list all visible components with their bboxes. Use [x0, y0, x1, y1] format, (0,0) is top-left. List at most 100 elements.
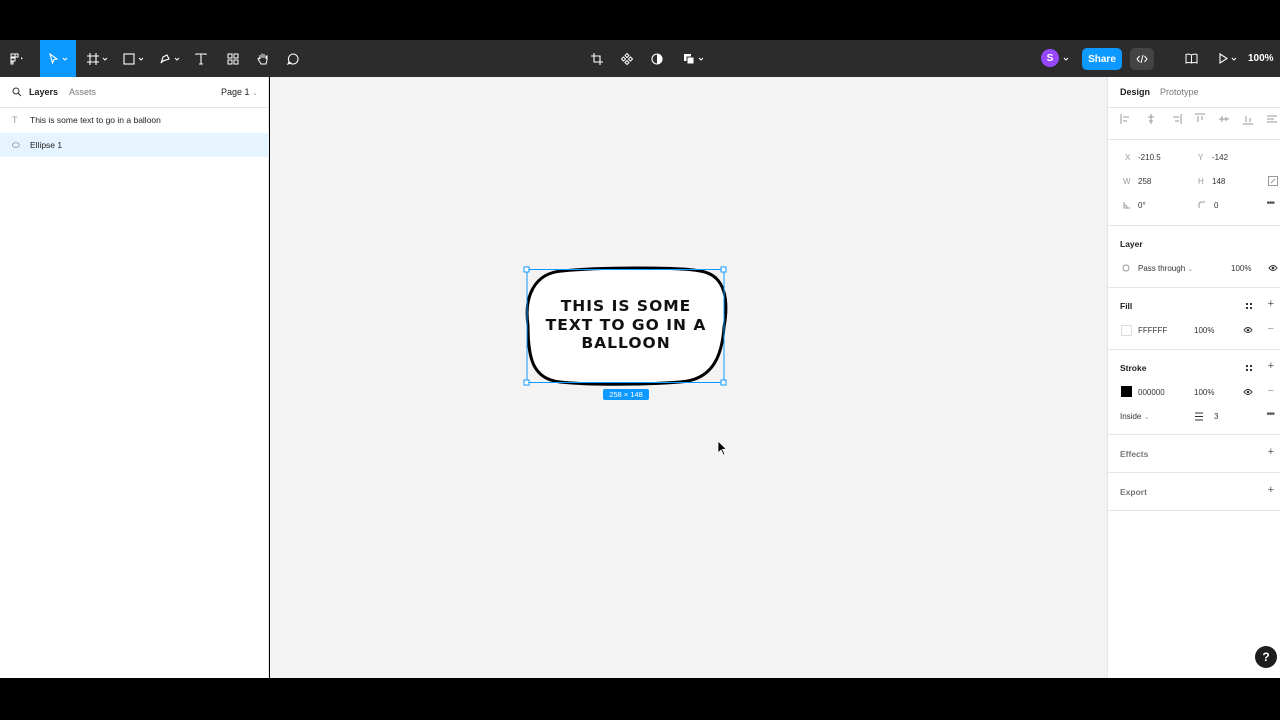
more-options-icon[interactable]: ••• — [1266, 198, 1274, 209]
remove-stroke-icon[interactable]: − — [1268, 385, 1274, 397]
tab-assets[interactable]: Assets — [69, 87, 96, 97]
text-tool-button[interactable] — [192, 40, 210, 77]
text-icon — [195, 52, 207, 65]
pen-tool-button[interactable] — [156, 40, 182, 77]
align-left-icon[interactable] — [1120, 113, 1132, 125]
fill-color-swatch[interactable] — [1121, 325, 1132, 336]
eye-icon[interactable] — [1243, 326, 1253, 334]
shape-tool-button[interactable] — [120, 40, 146, 77]
stroke-section-title: Stroke — [1120, 363, 1147, 373]
boolean-button[interactable] — [680, 40, 706, 77]
tab-layers[interactable]: Layers — [29, 87, 58, 97]
zoom-level: 100% — [1248, 53, 1274, 64]
add-export-icon[interactable]: + — [1268, 484, 1274, 496]
fill-section-title: Fill — [1120, 301, 1133, 311]
chevron-down-icon — [174, 57, 179, 61]
avatar[interactable]: S — [1041, 49, 1059, 67]
chevron-down-icon — [698, 57, 703, 61]
remove-fill-icon[interactable]: − — [1268, 323, 1274, 335]
blend-mode-select[interactable]: Pass through ⌄ — [1138, 264, 1193, 273]
balloon-text[interactable]: THIS IS SOME TEXT TO GO IN A BALLOON — [540, 297, 712, 353]
rotation-icon — [1123, 202, 1130, 209]
resources-tool-button[interactable] — [224, 40, 242, 77]
stroke-hex-input[interactable]: 000000 — [1138, 388, 1165, 397]
tab-prototype[interactable]: Prototype — [1160, 87, 1199, 97]
align-center-vertical-icon[interactable] — [1218, 113, 1230, 125]
move-tool-button[interactable] — [40, 40, 76, 77]
w-label: W — [1123, 177, 1131, 186]
dev-mode-toggle[interactable] — [1130, 48, 1154, 70]
stroke-opacity-input[interactable]: 100% — [1194, 388, 1214, 397]
divider — [1108, 139, 1280, 140]
stroke-color-swatch[interactable] — [1121, 386, 1132, 397]
size-badge: 258 × 148 — [609, 390, 643, 399]
play-icon — [1218, 53, 1228, 64]
align-right-icon[interactable] — [1170, 113, 1182, 125]
library-button[interactable] — [1182, 40, 1200, 77]
present-button[interactable] — [1214, 40, 1240, 77]
add-fill-icon[interactable]: + — [1268, 298, 1274, 310]
layer-section-title: Layer — [1120, 239, 1143, 249]
chevron-down-icon — [102, 57, 107, 61]
page-selector[interactable]: Page 1 ⌄ — [221, 87, 258, 97]
stroke-position-select[interactable]: Inside ⌄ — [1120, 412, 1149, 421]
layers-panel: Layers Assets Page 1 ⌄ T This is some te… — [0, 77, 269, 678]
fill-hex-input[interactable]: FFFFFF — [1138, 326, 1167, 335]
blend-mode-label: Pass through — [1138, 264, 1186, 273]
distribute-icon[interactable] — [1266, 113, 1278, 125]
create-component-button[interactable] — [618, 40, 636, 77]
hand-tool-button[interactable] — [254, 40, 272, 77]
stroke-settings-icon[interactable]: ••• — [1266, 409, 1274, 420]
y-input[interactable]: -142 — [1212, 153, 1228, 162]
mask-button[interactable] — [648, 40, 666, 77]
divider — [1108, 434, 1280, 435]
stroke-weight-input[interactable]: 3 — [1214, 412, 1218, 421]
layer-row-ellipse[interactable]: ⬭ Ellipse 1 — [0, 133, 269, 157]
align-top-icon[interactable] — [1194, 113, 1206, 125]
hand-icon — [257, 53, 268, 65]
styles-grid-icon[interactable] — [1245, 302, 1253, 310]
divider — [1108, 287, 1280, 288]
fill-opacity-input[interactable]: 100% — [1194, 326, 1214, 335]
frame-icon — [86, 52, 99, 65]
crop-button[interactable] — [588, 40, 606, 77]
main-menu-button[interactable] — [6, 40, 28, 77]
align-center-horizontal-icon[interactable] — [1145, 113, 1157, 125]
resize-handle — [720, 266, 727, 273]
corner-radius-input[interactable]: 0 — [1214, 201, 1218, 210]
zoom-menu[interactable]: 100% — [1248, 40, 1274, 77]
layer-opacity-input[interactable]: 100% — [1231, 264, 1251, 273]
mouse-cursor-icon — [717, 440, 728, 456]
export-section-title: Export — [1120, 487, 1147, 497]
tab-design[interactable]: Design — [1120, 87, 1150, 97]
add-stroke-icon[interactable]: + — [1268, 360, 1274, 372]
comment-tool-button[interactable] — [284, 40, 302, 77]
align-bottom-icon[interactable] — [1242, 113, 1254, 125]
chevron-down-icon: ⌄ — [252, 90, 258, 97]
multiplayer-menu-button[interactable] — [1061, 40, 1071, 77]
add-effect-icon[interactable]: + — [1268, 446, 1274, 458]
h-label: H — [1198, 177, 1204, 186]
constrain-proportions-icon[interactable] — [1268, 176, 1278, 186]
frame-tool-button[interactable] — [84, 40, 110, 77]
height-input[interactable]: 148 — [1212, 177, 1225, 186]
rectangle-icon — [122, 52, 135, 65]
eye-icon[interactable] — [1268, 264, 1278, 272]
chevron-down-icon: ⌄ — [1187, 266, 1194, 273]
divider — [1108, 510, 1280, 511]
x-label: X — [1125, 153, 1131, 162]
chevron-down-icon — [1063, 57, 1069, 61]
chevron-down-icon — [62, 57, 67, 61]
width-input[interactable]: 258 — [1138, 177, 1151, 186]
stroke-position-label: Inside — [1120, 412, 1142, 421]
help-button[interactable]: ? — [1255, 646, 1277, 668]
canvas[interactable]: THIS IS SOME TEXT TO GO IN A BALLOON 258… — [270, 77, 1107, 678]
pen-icon — [159, 53, 170, 63]
eye-icon[interactable] — [1243, 388, 1253, 396]
layer-row-text[interactable]: T This is some text to go in a balloon — [0, 108, 269, 132]
x-input[interactable]: -210.5 — [1138, 153, 1161, 162]
search-icon[interactable] — [12, 87, 22, 97]
rotation-input[interactable]: 0° — [1138, 201, 1146, 210]
styles-grid-icon[interactable] — [1245, 364, 1253, 372]
share-button[interactable]: Share — [1082, 48, 1122, 70]
